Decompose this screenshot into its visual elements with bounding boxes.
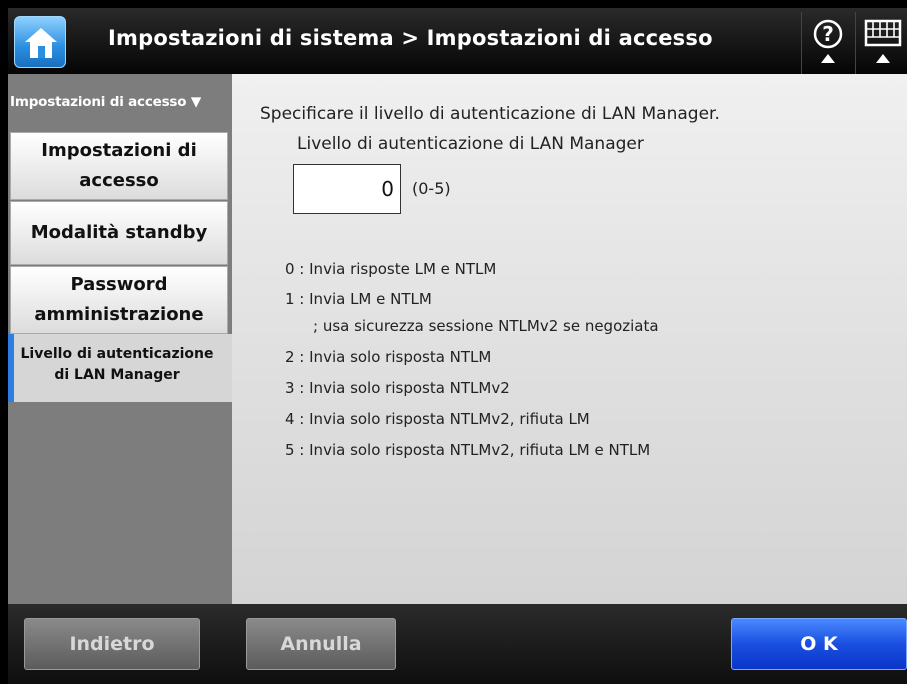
footer-bar: Indietro Annulla O K <box>8 604 907 684</box>
home-icon <box>25 28 57 58</box>
svg-text:?: ? <box>822 22 834 46</box>
cancel-button[interactable]: Annulla <box>246 618 396 670</box>
lan-manager-level-label: Livello di autenticazione di LAN Manager <box>297 134 644 154</box>
sidebar-header[interactable]: Impostazioni di accesso ▼ <box>10 94 201 110</box>
title-bar: Impostazioni di sistema > Impostazioni d… <box>8 8 907 74</box>
range-hint: (0-5) <box>412 179 451 198</box>
sidebar-item-label: di LAN Manager <box>54 367 180 383</box>
sidebar-item-access-settings[interactable]: Impostazioni di accesso <box>10 132 228 200</box>
option-text: ; usa sicurezza sessione NTLMv2 se negoz… <box>313 317 659 335</box>
back-button[interactable]: Indietro <box>24 618 200 670</box>
sidebar: Impostazioni di accesso ▼ Impostazioni d… <box>8 74 232 604</box>
option-text: 2 : Invia solo risposta NTLM <box>285 348 492 366</box>
sidebar-item-label: Impostazioni di <box>41 140 197 161</box>
sidebar-item-standby-mode[interactable]: Modalità standby <box>10 201 228 265</box>
help-button[interactable]: ? <box>801 12 854 74</box>
sidebar-item-label: accesso <box>79 170 159 191</box>
sidebar-item-label: Livello di autenticazione <box>20 346 214 362</box>
option-text: 1 : Invia LM e NTLM <box>285 290 432 308</box>
sidebar-header-area: Impostazioni di accesso ▼ <box>8 74 232 132</box>
home-button[interactable] <box>14 16 66 68</box>
page-title: Impostazioni di sistema > Impostazioni d… <box>108 26 713 50</box>
sidebar-item-label: Modalità standby <box>30 222 208 243</box>
keyboard-icon <box>864 19 902 63</box>
sidebar-item-label: Password <box>70 274 168 295</box>
sidebar-item-lan-manager-level[interactable]: Livello di autenticazione di LAN Manager <box>8 334 232 402</box>
lan-manager-level-input[interactable] <box>293 164 401 214</box>
instruction-text: Specificare il livello di autenticazione… <box>260 104 720 124</box>
option-text: 0 : Invia risposte LM e NTLM <box>285 260 497 278</box>
ok-button[interactable]: O K <box>731 618 907 670</box>
option-text: 4 : Invia solo risposta NTLMv2, rifiuta … <box>285 410 590 428</box>
option-text: 5 : Invia solo risposta NTLMv2, rifiuta … <box>285 441 651 459</box>
sidebar-item-label: amministrazione <box>34 304 204 325</box>
sidebar-item-admin-password[interactable]: Password amministrazione <box>10 266 228 334</box>
help-icon: ? <box>813 19 843 63</box>
main-panel: Specificare il livello di autenticazione… <box>232 74 907 604</box>
keyboard-button[interactable] <box>855 12 907 74</box>
option-text: 3 : Invia solo risposta NTLMv2 <box>285 379 510 397</box>
